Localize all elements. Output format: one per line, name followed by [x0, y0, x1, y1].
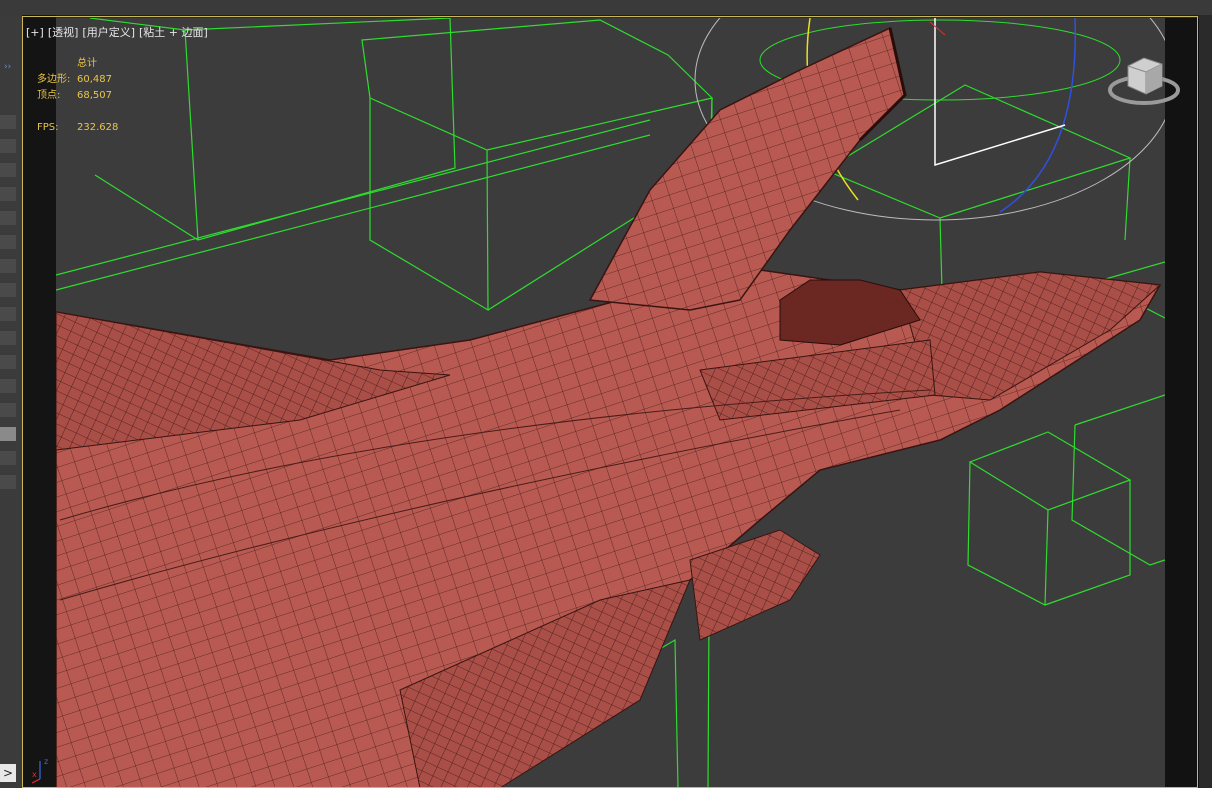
axis-gizmo-icon: z x	[31, 757, 48, 784]
viewport-view-menu[interactable]: [透视]	[48, 26, 79, 39]
viewport-label-menu[interactable]: [+] [透视] [用户定义] [粘土 + 边面]	[26, 24, 212, 40]
stats-header: 总计	[77, 58, 97, 69]
stats-polygons-value: 60,487	[77, 74, 112, 85]
scene-render[interactable]	[0, 0, 1212, 788]
stats-fps-label: FPS:	[37, 122, 59, 133]
view-cube-icon[interactable]	[1108, 52, 1180, 108]
viewport-statistics: 总计 多边形: 60,487 顶点: 68,507 FPS: 232.628	[37, 56, 118, 136]
stats-polygons-label: 多边形:	[37, 74, 71, 85]
axis-x-label: x	[32, 770, 37, 779]
play-arrow-icon[interactable]: >	[0, 764, 16, 782]
stats-fps-value: 232.628	[77, 122, 119, 133]
stats-vertices-label: 顶点:	[37, 90, 61, 101]
axis-z-label: z	[44, 757, 48, 766]
viewport-camera-menu[interactable]: [用户定义]	[82, 26, 135, 39]
viewport-shading-menu[interactable]: [粘土 + 边面]	[139, 26, 208, 39]
jet-canopy	[588, 26, 906, 311]
viewport-plus-menu[interactable]: [+]	[26, 26, 44, 39]
stats-vertices-value: 68,507	[77, 90, 112, 101]
